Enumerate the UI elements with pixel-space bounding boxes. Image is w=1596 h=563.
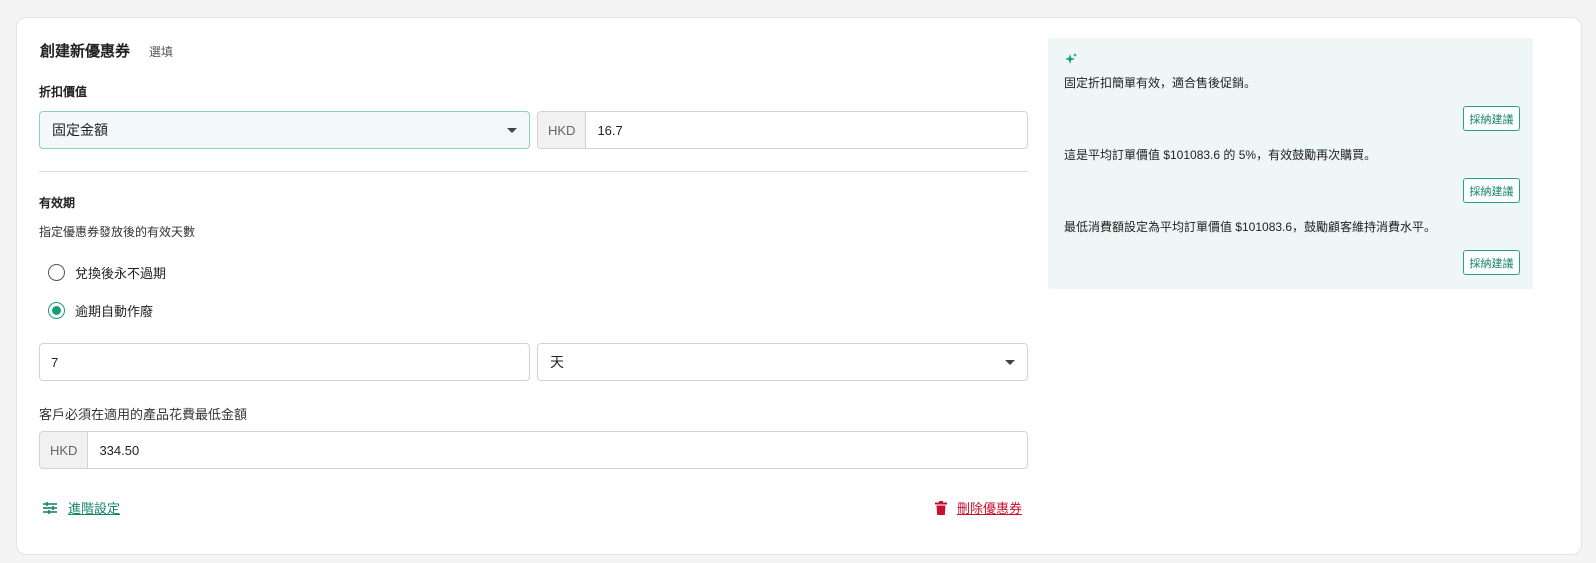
validity-description: 指定優惠券發放後的有效天數 <box>39 225 196 239</box>
suggestion-panel: 固定折扣簡單有效，適合售後促銷。 採納建議 這是平均訂單價值 $101083.6… <box>1048 38 1533 289</box>
radio-auto-expire[interactable]: 逾期自動作廢 <box>48 301 153 320</box>
duration-unit-value: 天 <box>550 354 564 370</box>
radio-label: 逾期自動作廢 <box>75 304 154 319</box>
suggestion-text: 最低消費額設定為平均訂單價值 $101083.6，鼓勵顧客維持消費水平。 <box>1064 220 1437 234</box>
currency-prefix: HKD <box>538 112 587 148</box>
discount-amount-field[interactable]: HKD 16.7 <box>537 111 1028 149</box>
divider <box>39 171 1029 172</box>
discount-amount-input[interactable]: 16.7 <box>586 123 622 138</box>
discount-type-select[interactable]: 固定金額 <box>39 111 530 149</box>
adopt-suggestion-button[interactable]: 採納建議 <box>1463 250 1520 275</box>
min-spend-label: 客戶必須在適用的產品花費最低金額 <box>39 407 248 422</box>
discount-type-value: 固定金額 <box>52 122 108 138</box>
suggestion-text: 固定折扣簡單有效，適合售後促銷。 <box>1064 76 1257 90</box>
advanced-settings-label: 進階設定 <box>68 501 121 516</box>
radio-label: 兌換後永不過期 <box>75 266 167 281</box>
adopt-suggestion-button[interactable]: 採納建議 <box>1463 178 1520 203</box>
sliders-icon <box>43 501 57 514</box>
page-title: 創建新優惠券 <box>40 43 131 60</box>
chevron-down-icon <box>1005 359 1015 365</box>
radio-button[interactable] <box>48 264 65 281</box>
chevron-down-icon <box>507 127 517 133</box>
validity-label: 有效期 <box>39 196 76 210</box>
duration-value-input[interactable]: 7 <box>40 355 58 370</box>
coupon-card: 創建新優惠券 選填 折扣價值 固定金額 HKD 16.7 有效期 指定優惠券發放… <box>16 17 1582 555</box>
suggestion-text: 這是平均訂單價值 $101083.6 的 5%，有效鼓勵再次購買。 <box>1064 148 1377 162</box>
sparkle-icon <box>1065 53 1077 64</box>
trash-icon <box>935 500 947 515</box>
advanced-settings-link[interactable]: 進階設定 <box>42 498 120 517</box>
delete-coupon-link[interactable]: 刪除優惠券 <box>935 498 1022 517</box>
currency-prefix: HKD <box>40 432 89 468</box>
duration-unit-select[interactable]: 天 <box>537 343 1028 381</box>
radio-button[interactable] <box>48 302 65 319</box>
delete-coupon-label: 刪除優惠券 <box>957 501 1023 516</box>
duration-value-field[interactable]: 7 <box>39 343 530 381</box>
adopt-suggestion-button[interactable]: 採納建議 <box>1463 106 1520 131</box>
radio-never-expire[interactable]: 兌換後永不過期 <box>48 263 166 282</box>
discount-label: 折扣價值 <box>39 85 88 99</box>
min-spend-input[interactable]: 334.50 <box>88 443 139 458</box>
min-spend-field[interactable]: HKD 334.50 <box>39 431 1028 469</box>
optional-tag: 選填 <box>149 45 174 59</box>
